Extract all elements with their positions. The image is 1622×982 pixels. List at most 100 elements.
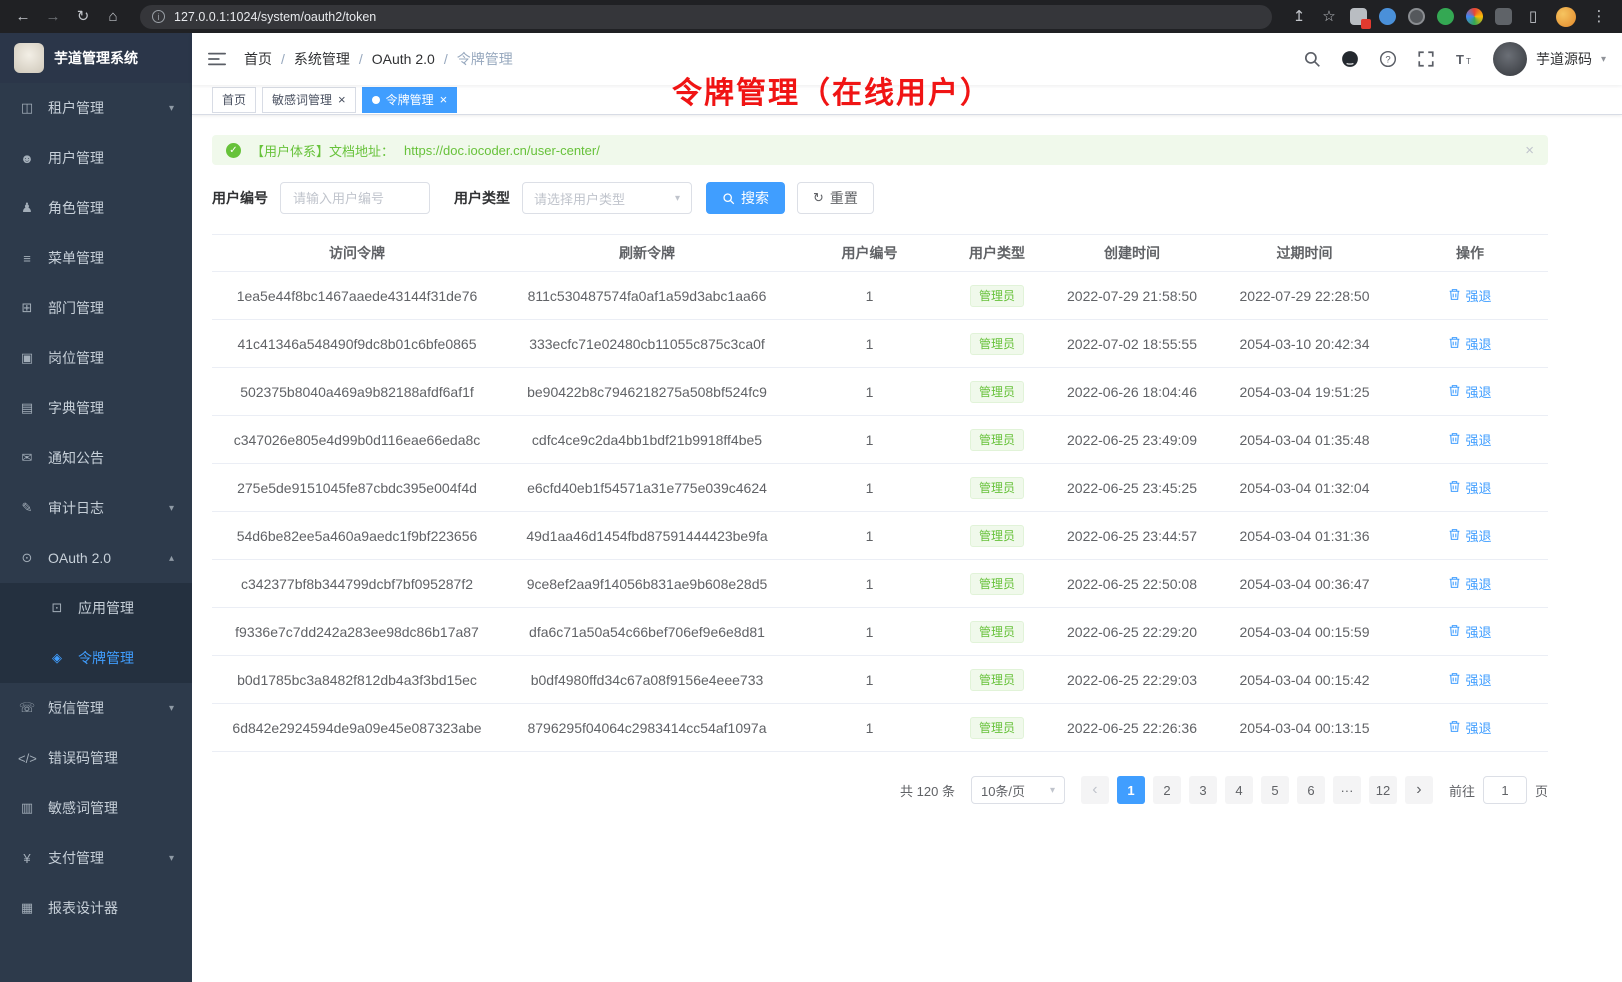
home-icon[interactable]: ⌂ <box>100 4 126 30</box>
sidebar: 芋道管理系统 ◫租户管理▾☻用户管理♟角色管理≡菜单管理⊞部门管理▣岗位管理▤字… <box>0 33 192 982</box>
cell-user-id: 1 <box>792 656 947 704</box>
table-row: b0d1785bc3a8482f812db4a3f3bd15ecb0df4980… <box>212 656 1548 704</box>
help-icon[interactable]: ? <box>1379 50 1397 68</box>
cell-access-token: c347026e805e4d99b0d116eae66eda8c <box>212 416 502 464</box>
sidebar-item-oauth[interactable]: ⊙OAuth 2.0▴ <box>0 533 192 583</box>
force-logout-button[interactable]: 强退 <box>1448 718 1491 737</box>
force-logout-button[interactable]: 强退 <box>1448 478 1491 497</box>
sidebar-item-tenant[interactable]: ◫租户管理▾ <box>0 83 192 133</box>
extension-icon[interactable] <box>1437 8 1454 25</box>
sidebar-item-token[interactable]: ◈令牌管理 <box>0 633 192 683</box>
force-logout-button[interactable]: 强退 <box>1448 286 1491 305</box>
force-logout-button[interactable]: 强退 <box>1448 574 1491 593</box>
sidebar-item-report[interactable]: ▦报表设计器 <box>0 883 192 933</box>
sidebar-item-app[interactable]: ⊡应用管理 <box>0 583 192 633</box>
sidebar-item-sensitive-word[interactable]: ▥ 敏感词管理 <box>0 783 192 833</box>
sidebar-item-error-code[interactable]: </>错误码管理 <box>0 733 192 783</box>
extension-icon[interactable] <box>1466 8 1483 25</box>
force-logout-button[interactable]: 强退 <box>1448 430 1491 449</box>
cell-user-id: 1 <box>792 464 947 512</box>
sidebar-item-dept[interactable]: ⊞部门管理 <box>0 283 192 333</box>
user-id-input[interactable] <box>280 182 430 214</box>
user-menu[interactable]: 芋道源码 ▾ <box>1493 42 1606 76</box>
sidebar-item-user[interactable]: ☻用户管理 <box>0 133 192 183</box>
pagination-page-3[interactable]: 3 <box>1189 776 1217 804</box>
tab-token[interactable]: 令牌管理× <box>362 87 458 113</box>
back-icon[interactable]: ← <box>10 4 36 30</box>
force-logout-button[interactable]: 强退 <box>1448 526 1491 545</box>
bookmark-star-icon[interactable]: ☆ <box>1316 4 1342 30</box>
cell-user-id: 1 <box>792 272 947 320</box>
sidebar-item-label: 敏感词管理 <box>48 798 118 818</box>
pagination-page-5[interactable]: 5 <box>1261 776 1289 804</box>
sidebar-item-role[interactable]: ♟角色管理 <box>0 183 192 233</box>
tab-label: 敏感词管理 <box>272 91 332 108</box>
github-icon[interactable] <box>1341 50 1359 68</box>
pagination-next-button[interactable]: › <box>1405 776 1433 804</box>
logo-avatar <box>14 43 44 73</box>
breadcrumb-item[interactable]: OAuth 2.0 <box>372 51 435 67</box>
tab-close-icon[interactable]: × <box>338 93 346 106</box>
fullscreen-icon[interactable] <box>1417 50 1435 68</box>
force-logout-button[interactable]: 强退 <box>1448 670 1491 689</box>
goto-page-input[interactable] <box>1483 776 1527 804</box>
alert-close-icon[interactable]: × <box>1525 142 1534 159</box>
share-icon[interactable]: ↥ <box>1286 4 1312 30</box>
menu-icon: ≡ <box>18 251 36 266</box>
table-header-row: 访问令牌刷新令牌用户编号用户类型创建时间过期时间操作 <box>212 235 1548 272</box>
delete-icon <box>1448 480 1461 496</box>
sidebar-item-notice[interactable]: ✉通知公告 <box>0 433 192 483</box>
site-info-icon[interactable]: i <box>152 10 165 23</box>
force-logout-button[interactable]: 强退 <box>1448 382 1491 401</box>
address-bar[interactable]: i 127.0.0.1:1024/system/oauth2/token <box>140 5 1272 29</box>
pagination-page-12[interactable]: 12 <box>1369 776 1397 804</box>
app-logo[interactable]: 芋道管理系统 <box>0 33 192 83</box>
force-logout-label: 强退 <box>1465 718 1491 737</box>
pagination-more-button[interactable]: ··· <box>1333 776 1361 804</box>
tab-sensitive-word[interactable]: 敏感词管理 × <box>262 87 356 113</box>
extension-icon[interactable] <box>1495 8 1512 25</box>
browser-profile-avatar[interactable] <box>1556 7 1576 27</box>
page-size-select[interactable]: 10条/页 ▾ <box>971 776 1065 804</box>
pagination-prev-button[interactable]: ‹ <box>1081 776 1109 804</box>
force-logout-button[interactable]: 强退 <box>1448 622 1491 641</box>
tab-close-icon[interactable]: × <box>440 93 448 106</box>
alert-text: 【用户体系】文档地址： <box>251 141 394 160</box>
breadcrumb-item[interactable]: 首页 <box>244 49 272 69</box>
extension-icon[interactable] <box>1379 8 1396 25</box>
browser-menu-icon[interactable]: ⋮ <box>1586 4 1612 30</box>
column-header: 用户类型 <box>947 235 1047 272</box>
tab-home[interactable]: 首页 <box>212 87 256 113</box>
sidebar-item-label: 通知公告 <box>48 448 104 468</box>
sidebar-item-menu[interactable]: ≡菜单管理 <box>0 233 192 283</box>
pagination-page-1[interactable]: 1 <box>1117 776 1145 804</box>
force-logout-button[interactable]: 强退 <box>1448 334 1491 353</box>
hamburger-icon[interactable] <box>208 50 226 68</box>
sidebar-item-dict[interactable]: ▤字典管理 <box>0 383 192 433</box>
table-row: 1ea5e44f8bc1467aaede43144f31de76811c5304… <box>212 272 1548 320</box>
chevron-down-icon: ▾ <box>169 103 174 114</box>
font-size-icon[interactable]: TT <box>1455 50 1473 68</box>
sms-icon: ☏ <box>18 700 36 716</box>
search-icon[interactable] <box>1303 50 1321 68</box>
side-panel-icon[interactable]: ▯ <box>1520 4 1546 30</box>
search-button[interactable]: 搜索 <box>706 182 785 214</box>
pagination-page-6[interactable]: 6 <box>1297 776 1325 804</box>
forward-icon[interactable]: → <box>40 4 66 30</box>
sensitive-word-icon: ▥ <box>18 800 36 816</box>
sidebar-item-post[interactable]: ▣岗位管理 <box>0 333 192 383</box>
reload-icon[interactable]: ↻ <box>70 4 96 30</box>
extension-icon[interactable] <box>1408 8 1425 25</box>
extension-icon[interactable] <box>1350 8 1367 25</box>
doc-link[interactable]: https://doc.iocoder.cn/user-center/ <box>404 143 600 158</box>
user-type-select[interactable]: 请选择用户类型 ▾ <box>522 182 692 214</box>
breadcrumb-item[interactable]: 系统管理 <box>294 49 350 69</box>
pagination-page-4[interactable]: 4 <box>1225 776 1253 804</box>
sidebar-item-pay[interactable]: ¥支付管理▾ <box>0 833 192 883</box>
sidebar-item-label: 用户管理 <box>48 148 104 168</box>
reset-button[interactable]: ↻ 重置 <box>797 182 874 214</box>
pagination-page-2[interactable]: 2 <box>1153 776 1181 804</box>
table-row: f9336e7c7dd242a283ee98dc86b17a87dfa6c71a… <box>212 608 1548 656</box>
sidebar-item-audit-log[interactable]: ✎审计日志▾ <box>0 483 192 533</box>
sidebar-item-sms[interactable]: ☏短信管理▾ <box>0 683 192 733</box>
